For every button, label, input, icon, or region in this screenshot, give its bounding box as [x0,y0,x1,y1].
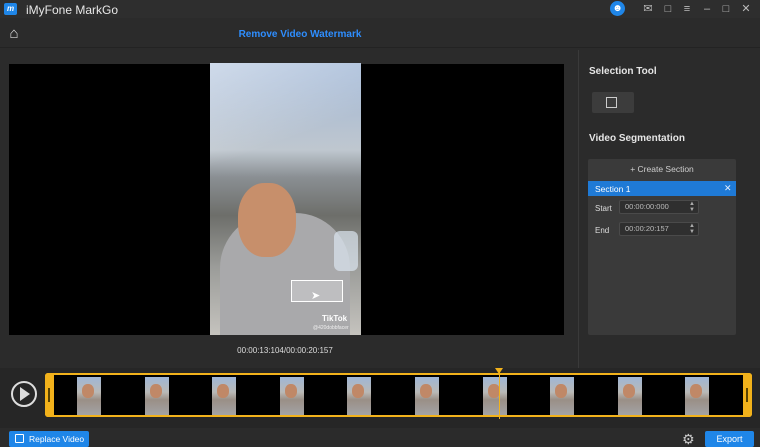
frame-thumbnail [212,377,236,415]
minimize-icon[interactable]: – [700,2,714,16]
replace-video-icon [15,434,24,443]
frame-thumbnail [483,377,507,415]
playhead[interactable] [499,370,500,419]
frame-thumbnail [618,377,642,415]
tiktok-handle: @420dobbfacer [313,325,349,331]
video-segmentation-heading: Video Segmentation [589,133,685,144]
frame-thumbnail [347,377,371,415]
playhead-marker-icon[interactable] [495,368,503,374]
stepper-icon[interactable]: ▲ ▼ [689,201,695,213]
end-time-input[interactable]: 00:00:20:157 ▲ ▼ [619,222,699,236]
tiktok-watermark: TikTok [322,314,348,323]
page-title: Remove Video Watermark [238,29,362,40]
start-time-value: 00:00:00:000 [625,202,669,211]
video-person-head [238,183,296,257]
home-icon[interactable]: ⌂ [5,25,23,43]
selection-tool-heading: Selection Tool [589,66,657,77]
mail-icon[interactable]: ✉ [641,2,655,16]
maximize-icon[interactable]: □ [719,2,733,16]
section-name: Section 1 [595,184,631,194]
start-time-input[interactable]: 00:00:00:000 ▲ ▼ [619,200,699,214]
frame-thumbnail [280,377,304,415]
video-bottle [334,231,358,271]
cursor-icon: ➤ [311,290,321,302]
feedback-icon[interactable]: □ [661,2,675,16]
export-button[interactable]: Export [705,431,754,447]
end-time-value: 00:00:20:157 [625,224,669,233]
close-icon[interactable]: ✕ [739,2,753,16]
rectangle-select-icon [606,97,617,108]
frame-thumbnail [415,377,439,415]
app-logo: m [4,3,17,15]
close-icon[interactable]: ✕ [724,183,732,194]
end-label: End [595,226,610,235]
app-title: iMyFone MarkGo [26,3,119,17]
playback-timecode: 00:00:13:104/00:00:20:157 [237,346,333,355]
grip-icon [746,388,748,402]
grip-icon [48,388,50,402]
frame-thumbnail [550,377,574,415]
stepper-icon[interactable]: ▲ ▼ [689,223,695,235]
gear-icon[interactable]: ⚙ [682,431,695,447]
frame-thumbnail [77,377,101,415]
user-icon[interactable]: ☻ [610,1,625,16]
create-section-button[interactable]: + Create Section [588,160,736,179]
start-label: Start [595,204,612,213]
bottom-bar [0,428,760,447]
menu-icon[interactable]: ≡ [680,2,694,16]
play-icon [20,387,30,401]
frame-thumbnail [685,377,709,415]
frame-thumbnail [145,377,169,415]
video-sky [210,63,361,183]
film-strip[interactable] [45,373,752,417]
